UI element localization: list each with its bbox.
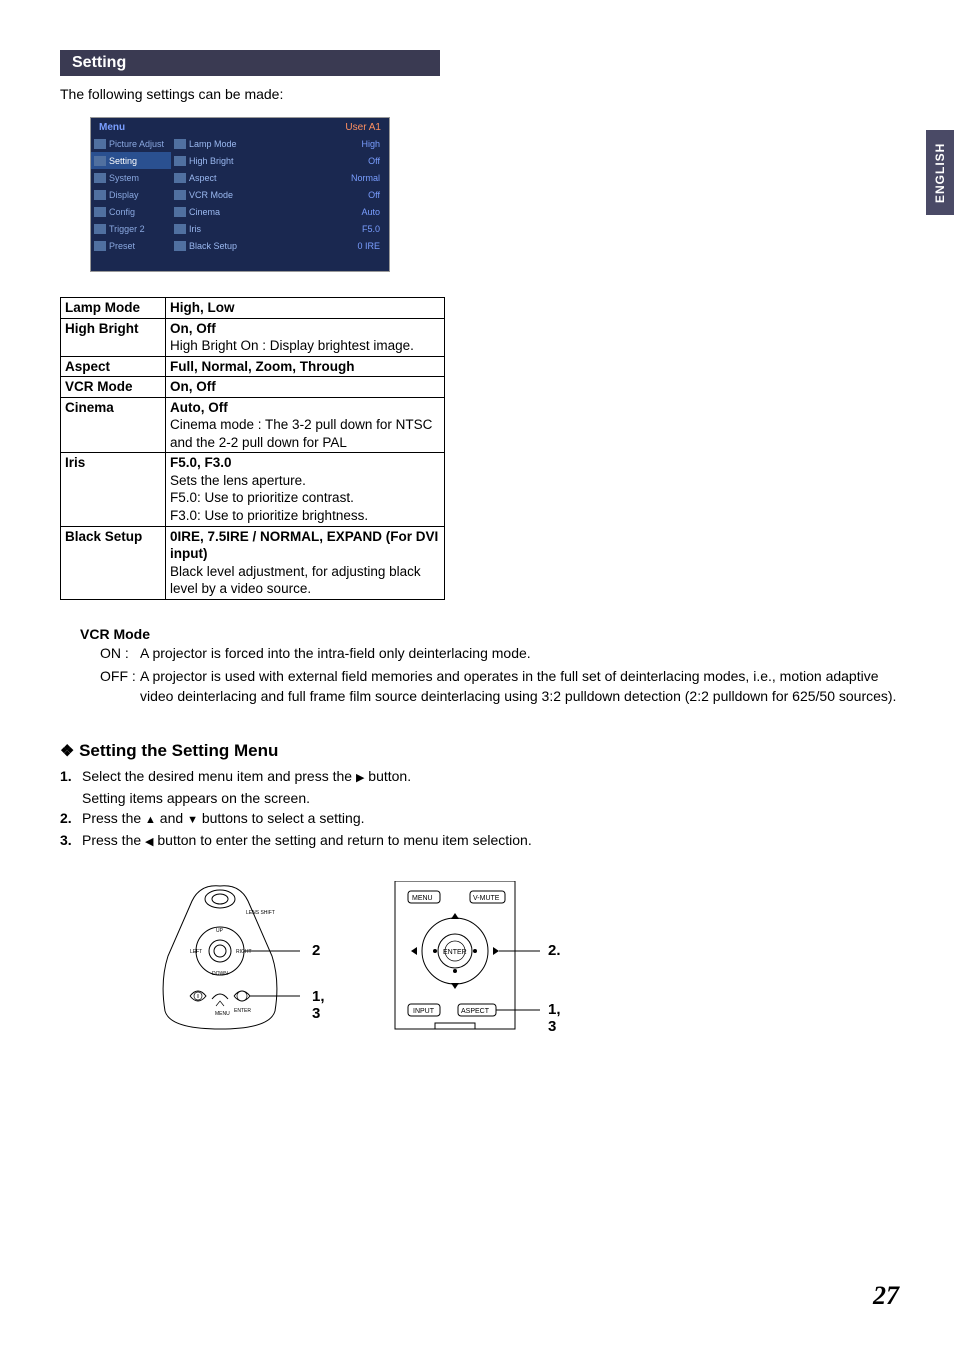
table-row: IrisF5.0, F3.0Sets the lens aperture.F5.… bbox=[61, 453, 445, 526]
section-title: Setting bbox=[60, 50, 440, 76]
subsection-title: ❖ Setting the Setting Menu bbox=[60, 741, 904, 761]
input-btn-label: INPUT bbox=[413, 1008, 435, 1015]
diagram2-label-2: 2. bbox=[548, 942, 561, 959]
osd-left-item: System bbox=[91, 169, 171, 186]
svg-text:ENTER: ENTER bbox=[234, 1008, 251, 1014]
diagram1-label-13: 1, 3 bbox=[312, 988, 325, 1022]
table-row: High BrightOn, OffHigh Bright On : Displ… bbox=[61, 318, 445, 356]
osd-right-item: CinemaAuto bbox=[171, 203, 383, 220]
table-row: Black Setup0IRE, 7.5IRE / NORMAL, EXPAND… bbox=[61, 526, 445, 599]
svg-text:LEFT: LEFT bbox=[190, 949, 202, 955]
vcr-mode-notes: VCR Mode ON : A projector is forced into… bbox=[80, 625, 904, 706]
diagram2-label-13: 1, 3 bbox=[548, 1001, 561, 1035]
step-item: 1.Select the desired menu item and press… bbox=[60, 767, 904, 787]
language-tab: ENGLISH bbox=[926, 130, 954, 215]
svg-text:RIGHT: RIGHT bbox=[236, 949, 252, 955]
osd-menu-screenshot: Menu User A1 Picture AdjustSettingSystem… bbox=[90, 117, 390, 272]
osd-right-item: AspectNormal bbox=[171, 169, 383, 186]
menu-btn-label: MENU bbox=[412, 895, 433, 902]
osd-left-item: Config bbox=[91, 203, 171, 220]
osd-right-item: Lamp ModeHigh bbox=[171, 135, 383, 152]
osd-menu-label: Menu bbox=[99, 122, 125, 133]
table-row: AspectFull, Normal, Zoom, Through bbox=[61, 356, 445, 377]
intro-text: The following settings can be made: bbox=[60, 86, 904, 102]
osd-user-label: User A1 bbox=[345, 122, 381, 133]
table-row: Lamp ModeHigh, Low bbox=[61, 298, 445, 319]
svg-text:LENS SHIFT: LENS SHIFT bbox=[246, 910, 275, 916]
step-subtext: Setting items appears on the screen. bbox=[82, 790, 904, 806]
settings-table: Lamp ModeHigh, LowHigh BrightOn, OffHigh… bbox=[60, 297, 445, 600]
osd-left-item: Display bbox=[91, 186, 171, 203]
osd-right-item: IrisF5.0 bbox=[171, 220, 383, 237]
svg-text:DOWN: DOWN bbox=[212, 971, 228, 977]
osd-right-item: Black Setup0 IRE bbox=[171, 237, 383, 254]
aspect-btn-label: ASPECT bbox=[461, 1008, 490, 1015]
vcr-off-label: OFF : bbox=[80, 667, 140, 706]
step-item: 3.Press the ◀ button to enter the settin… bbox=[60, 831, 904, 851]
projector-top-diagram: LENS SHIFT UP LEFT RIGHT DOWN MENU bbox=[130, 881, 310, 1031]
svg-text:UP: UP bbox=[216, 928, 224, 934]
page-number: 27 bbox=[873, 1281, 899, 1311]
osd-left-item: Preset bbox=[91, 237, 171, 254]
steps-list: 1.Select the desired menu item and press… bbox=[60, 767, 904, 851]
remote-diagram: MENU V-MUTE ENTER INPUT bbox=[390, 881, 550, 1031]
diagram1-label-2: 2 bbox=[312, 942, 320, 959]
osd-right-item: High BrightOff bbox=[171, 152, 383, 169]
vcr-on-label: ON : bbox=[80, 644, 140, 664]
osd-left-item: Trigger 2 bbox=[91, 220, 171, 237]
osd-right-item: VCR ModeOff bbox=[171, 186, 383, 203]
table-row: VCR ModeOn, Off bbox=[61, 377, 445, 398]
osd-left-item: Picture Adjust bbox=[91, 135, 171, 152]
osd-left-item: Setting bbox=[91, 152, 171, 169]
vcr-mode-title: VCR Mode bbox=[80, 625, 904, 645]
vcr-off-desc: A projector is used with external field … bbox=[140, 667, 904, 706]
vcr-on-desc: A projector is forced into the intra-fie… bbox=[140, 644, 904, 664]
step-item: 2.Press the ▲ and ▼ buttons to select a … bbox=[60, 809, 904, 829]
table-row: CinemaAuto, OffCinema mode : The 3-2 pul… bbox=[61, 397, 445, 453]
vmute-btn-label: V-MUTE bbox=[473, 895, 500, 902]
enter-btn-label: ENTER bbox=[443, 949, 467, 956]
control-diagrams: LENS SHIFT UP LEFT RIGHT DOWN MENU bbox=[130, 881, 904, 1034]
svg-text:MENU: MENU bbox=[215, 1011, 230, 1017]
